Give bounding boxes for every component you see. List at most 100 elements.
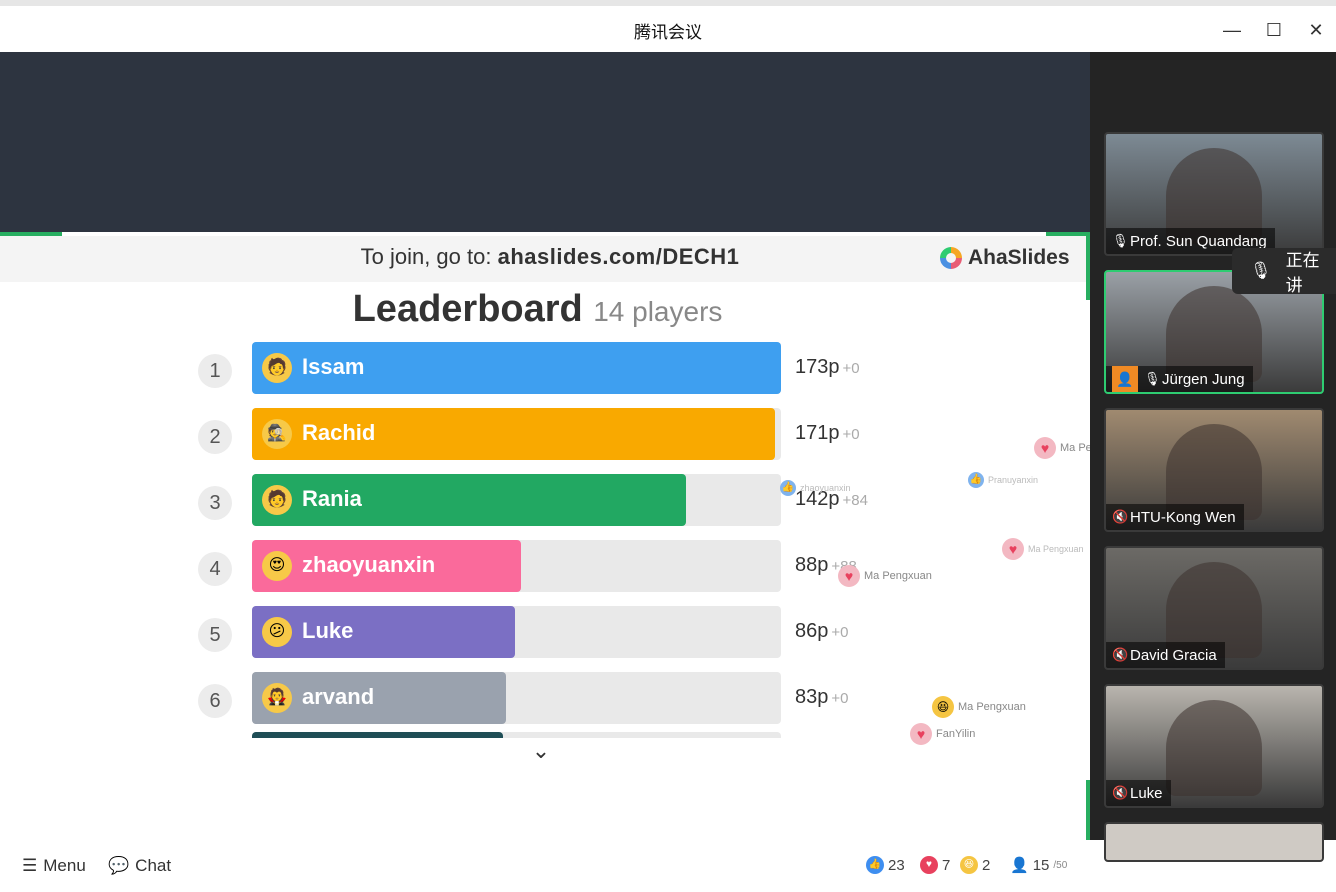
heart-icon: ♥ xyxy=(1002,538,1024,560)
heart-icon: ♥ xyxy=(920,856,938,874)
player-name: zhaoyuanxin xyxy=(302,552,436,577)
participant-name: Jürgen Jung xyxy=(1162,370,1245,388)
laughs-count: 😆 2 xyxy=(960,856,990,874)
player-name: arvand xyxy=(302,684,375,709)
reaction-author: FanYilin xyxy=(936,728,976,740)
participant-name: HTU-Kong Wen xyxy=(1130,508,1236,526)
laugh-icon: 😆 xyxy=(960,856,978,874)
heart-icon: ♥ xyxy=(910,723,932,745)
player-name: Issam xyxy=(302,354,365,379)
ahaslides-logo-icon xyxy=(940,247,962,269)
score-value: 83p xyxy=(795,686,829,708)
speaking-indicator: 🎙 正在讲 xyxy=(1232,248,1336,296)
participant-tile[interactable]: 🎙 Prof. Sun Quandang xyxy=(1104,132,1324,256)
leaderboard-heading: Leaderboard 14 players xyxy=(0,288,1075,331)
score-value: 171p xyxy=(795,422,840,444)
leaderboard-row: 1 🧑 Issam 173p +0 xyxy=(198,342,918,396)
score-delta: +0 xyxy=(842,426,860,443)
participant-tile[interactable]: 🔇 Luke xyxy=(1104,684,1324,808)
player-avatar-icon: 🕵 xyxy=(262,419,292,449)
join-prefix: To join, go to: xyxy=(360,244,492,269)
host-icon: 👤 xyxy=(1112,366,1138,392)
reaction-author: Ma Pe xyxy=(1060,442,1092,454)
leaderboard-row: 6 🧛 arvand 83p +0 xyxy=(198,672,918,726)
mic-muted-icon: 🔇 xyxy=(1112,509,1129,524)
audience-count: 👤 15 /50 xyxy=(1010,856,1068,875)
reaction-item: ♥ Ma Pe xyxy=(1034,437,1092,459)
rank-badge: 6 xyxy=(198,684,232,718)
thumbs-up-icon: 👍 xyxy=(968,472,984,488)
slide-header-area xyxy=(0,52,1090,232)
participant-name: Prof. Sun Quandang xyxy=(1130,232,1267,250)
mic-muted-icon: 🔇 xyxy=(1112,647,1129,662)
participant-tile[interactable]: 🔇 David Gracia xyxy=(1104,546,1324,670)
leaderboard-title: Leaderboard xyxy=(352,288,583,330)
player-score: 171p +0 xyxy=(795,422,860,445)
score-value: 88p xyxy=(795,554,829,576)
participant-tile-partial[interactable] xyxy=(1104,822,1324,862)
participant-label: 🔇 HTU-Kong Wen xyxy=(1106,504,1244,530)
join-url[interactable]: ahaslides.com/DECH1 xyxy=(498,244,740,269)
rank-badge: 3 xyxy=(198,486,232,520)
participant-tile[interactable]: 🔇 HTU-Kong Wen xyxy=(1104,408,1324,532)
mic-muted-icon: 🔇 xyxy=(1112,785,1129,800)
leaderboard-row-partial xyxy=(252,732,781,738)
score-value: 86p xyxy=(795,620,829,642)
person-icon: 👤 xyxy=(1010,857,1029,874)
participant-label: 🔇 David Gracia xyxy=(1106,642,1225,668)
player-avatar-icon: 😕 xyxy=(262,617,292,647)
laughs-value: 2 xyxy=(982,856,991,874)
window-titlebar: 腾讯会议 — ☐ ✕ xyxy=(0,0,1336,52)
player-avatar-icon: 🧑 xyxy=(262,485,292,515)
chevron-down-icon[interactable]: ⌄ xyxy=(528,738,554,764)
reaction-item: 😆 Ma Pengxuan xyxy=(932,696,1026,718)
leaderboard-row: 5 😕 Luke 86p +0 xyxy=(198,606,918,660)
player-avatar-icon: 😍 xyxy=(262,551,292,581)
thumbs-up-icon: 👍 xyxy=(866,856,884,874)
rank-badge: 1 xyxy=(198,354,232,388)
player-score: 83p +0 xyxy=(795,686,848,709)
maximize-button[interactable]: ☐ xyxy=(1262,18,1286,42)
player-name: Rania xyxy=(302,486,362,511)
video-feed xyxy=(1166,700,1262,796)
player-count: 14 players xyxy=(593,296,723,327)
join-instructions: To join, go to: ahaslides.com/DECH1 xyxy=(0,244,1100,270)
hamburger-icon: ☰ xyxy=(22,856,38,875)
slide-bottom-bar: ☰ Menu 💬 Chat 👍 23 ♥ 7 😆 2 👤 15 /50 xyxy=(0,844,1086,892)
rank-badge: 2 xyxy=(198,420,232,454)
laugh-icon: 😆 xyxy=(932,696,954,718)
score-delta: +0 xyxy=(842,360,860,377)
menu-button[interactable]: ☰ Menu xyxy=(22,856,86,876)
thumbs-up-icon: 👍 xyxy=(780,480,796,496)
join-bar: To join, go to: ahaslides.com/DECH1 AhaS… xyxy=(0,236,1086,282)
score-value: 173p xyxy=(795,356,840,378)
hearts-count: ♥ 7 xyxy=(920,856,950,874)
reaction-item: ♥ Ma Pengxuan xyxy=(1002,538,1084,560)
heart-icon: ♥ xyxy=(838,565,860,587)
reaction-author: Ma Pengxuan xyxy=(1028,544,1084,554)
close-button[interactable]: ✕ xyxy=(1304,18,1328,42)
brand-name: AhaSlides xyxy=(968,246,1070,269)
audience-max: /50 xyxy=(1053,859,1068,871)
minimize-button[interactable]: — xyxy=(1220,18,1244,42)
menu-label: Menu xyxy=(43,856,86,875)
reaction-item: ♥ FanYilin xyxy=(910,723,975,745)
participant-name: David Gracia xyxy=(1130,646,1217,664)
leaderboard-row: 4😍zhaoyuanxin88p+88 xyxy=(198,540,918,594)
reaction-item: 👍 zhaoyuanxin xyxy=(780,480,851,496)
leaderboard-bar-partial xyxy=(252,732,503,738)
likes-value: 23 xyxy=(888,856,905,874)
player-avatar-icon: 🧑 xyxy=(262,353,292,383)
chat-label: Chat xyxy=(135,856,172,875)
participant-label: 🔇 Luke xyxy=(1106,780,1171,806)
player-name: Luke xyxy=(302,618,354,643)
reaction-author: zhaoyuanxin xyxy=(800,483,851,493)
participant-sidebar: 🎙 Prof. Sun Quandang 👤 🎙 Jürgen Jung 🔇 HTU-Kon… xyxy=(1090,52,1336,862)
shared-screen: To join, go to: ahaslides.com/DECH1 AhaS… xyxy=(0,52,1092,875)
heart-icon: ♥ xyxy=(1034,437,1056,459)
player-score: 173p +0 xyxy=(795,356,860,379)
chat-button[interactable]: 💬 Chat xyxy=(108,856,171,876)
likes-count: 👍 23 xyxy=(866,856,905,874)
score-delta: +0 xyxy=(831,624,849,641)
hearts-value: 7 xyxy=(942,856,951,874)
